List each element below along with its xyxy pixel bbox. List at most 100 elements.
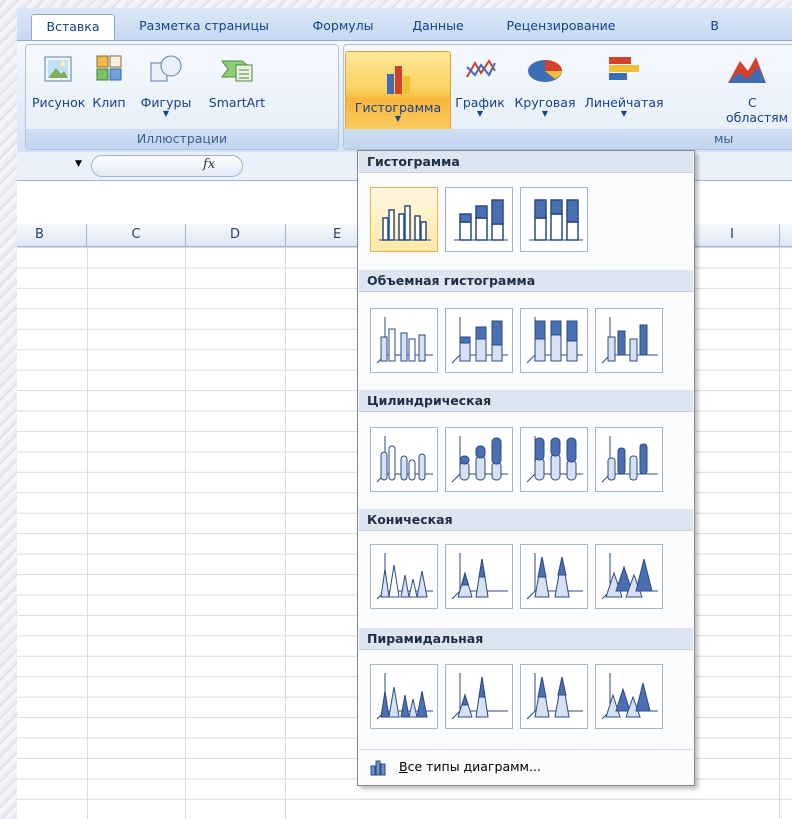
shapes-label: Фигуры xyxy=(140,95,192,110)
3d-stacked-column-icon xyxy=(451,317,508,364)
charts-group-label: мы xyxy=(344,129,792,149)
cylinder-icon xyxy=(376,436,433,483)
stacked-pyramid-chart-option[interactable] xyxy=(445,664,513,729)
column-chart-dropdown-arrow[interactable]: ▼ xyxy=(346,115,450,123)
grid-line xyxy=(285,247,286,819)
tab-view[interactable]: В xyxy=(649,14,719,40)
stacked-cone-chart-option[interactable] xyxy=(445,544,513,609)
shapes-icon xyxy=(150,55,182,82)
stacked-column-icon xyxy=(454,199,508,241)
column-chart-icon xyxy=(387,66,410,94)
grid-line xyxy=(779,247,780,819)
column-header-b[interactable]: B xyxy=(17,224,87,246)
all-charts-icon xyxy=(370,760,386,776)
100-stacked-pyramid-icon xyxy=(526,673,583,720)
pie-chart-label: Круговая xyxy=(514,95,576,110)
clipart-button[interactable]: Клип xyxy=(88,53,130,110)
3d-cylinder-icon xyxy=(601,436,658,483)
stacked-column-chart-option[interactable] xyxy=(445,187,513,252)
gallery-section-title: Цилиндрическая xyxy=(359,390,693,412)
100-stacked-cone-icon xyxy=(526,553,583,600)
gallery-section-title: Коническая xyxy=(359,509,693,531)
3d-perspective-column-icon xyxy=(601,317,658,364)
100-stacked-cone-chart-option[interactable] xyxy=(520,544,588,609)
3d-pyramid-icon xyxy=(601,673,658,720)
illustrations-group: Рисунок Клип Фигуры ▼ SmartArt Иллюстрац… xyxy=(25,44,339,150)
picture-icon xyxy=(44,56,72,82)
stacked-cylinder-icon xyxy=(451,436,508,483)
name-box-dropdown-icon[interactable]: ▼ xyxy=(75,159,82,169)
100-stacked-column-chart-option[interactable] xyxy=(520,187,588,252)
column-header-d[interactable]: D xyxy=(185,224,286,246)
cone-icon xyxy=(376,553,433,600)
shapes-dropdown-arrow[interactable]: ▼ xyxy=(134,110,198,118)
clustered-column-chart-option[interactable] xyxy=(370,187,438,252)
100-stacked-cylinder-icon xyxy=(526,436,583,483)
pyramid-icon xyxy=(376,673,433,720)
column-chart-button[interactable]: Гистограмма ▼ xyxy=(345,51,451,139)
pie-chart-dropdown-arrow[interactable]: ▼ xyxy=(508,110,582,118)
100-stacked-cylinder-chart-option[interactable] xyxy=(520,427,588,492)
ribbon-tab-bar: Вставка Разметка страницы Формулы Данные… xyxy=(17,8,792,41)
column-header-c[interactable]: C xyxy=(87,224,186,246)
grid-line xyxy=(87,247,88,819)
bar-chart-icon xyxy=(609,57,639,80)
clustered-cylinder-chart-option[interactable] xyxy=(370,427,438,492)
column-chart-gallery: Гистограмма Объемная гистограмма Цилиндр… xyxy=(357,150,695,786)
all-chart-types-item[interactable]: Все типы диаграмм... xyxy=(359,749,693,784)
clipart-label: Клип xyxy=(92,95,126,110)
bar-chart-label: Линейчатая xyxy=(584,95,664,110)
illustrations-group-label: Иллюстрации xyxy=(26,129,338,149)
3d-cone-chart-option[interactable] xyxy=(595,544,663,609)
column-chart-label: Гистограмма xyxy=(354,100,442,115)
gallery-section-title: Пирамидальная xyxy=(359,628,693,650)
3d-column-chart-option[interactable] xyxy=(595,308,663,373)
line-chart-dropdown-arrow[interactable]: ▼ xyxy=(454,110,506,118)
bar-chart-button[interactable]: Линейчатая ▼ xyxy=(582,53,666,118)
charts-group: Гистограмма ▼ График ▼ Круговая ▼ Линейч… xyxy=(343,44,792,150)
line-chart-button[interactable]: График ▼ xyxy=(454,53,506,118)
ribbon: Рисунок Клип Фигуры ▼ SmartArt Иллюстрац… xyxy=(17,40,792,153)
pie-chart-icon xyxy=(528,60,562,82)
clustered-column-icon xyxy=(379,205,431,241)
smartart-button[interactable]: SmartArt xyxy=(200,53,274,110)
area-chart-icon xyxy=(728,57,766,83)
bar-chart-dropdown-arrow[interactable]: ▼ xyxy=(582,110,666,118)
3d-stacked-column-chart-option[interactable] xyxy=(445,308,513,373)
area-chart-label-line1: С xyxy=(748,95,757,110)
tab-data[interactable]: Данные xyxy=(403,14,473,40)
picture-button[interactable]: Рисунок xyxy=(32,53,86,110)
smartart-icon xyxy=(221,60,253,82)
clipart-icon xyxy=(96,55,122,81)
area-chart-button[interactable]: С областям xyxy=(726,53,789,125)
insert-function-button[interactable]: fx xyxy=(203,157,215,172)
tab-review[interactable]: Рецензирование xyxy=(491,14,631,40)
stacked-cylinder-chart-option[interactable] xyxy=(445,427,513,492)
line-chart-icon xyxy=(466,59,496,78)
grid-line xyxy=(185,247,186,819)
tab-page-layout[interactable]: Разметка страницы xyxy=(129,14,279,40)
3d-100-stacked-column-icon xyxy=(526,317,583,364)
100-stacked-pyramid-chart-option[interactable] xyxy=(520,664,588,729)
clustered-pyramid-chart-option[interactable] xyxy=(370,664,438,729)
100-stacked-column-icon xyxy=(529,199,583,241)
3d-cone-icon xyxy=(601,553,658,600)
3d-cylinder-chart-option[interactable] xyxy=(595,427,663,492)
pie-chart-button[interactable]: Круговая ▼ xyxy=(508,53,582,118)
tab-insert[interactable]: Вставка xyxy=(31,14,115,41)
area-chart-label-line2: областям xyxy=(726,110,789,125)
all-chart-types-label: Все типы диаграмм... xyxy=(399,759,541,774)
smartart-label: SmartArt xyxy=(208,95,266,110)
line-chart-label: График xyxy=(455,95,505,110)
tab-formulas[interactable]: Формулы xyxy=(301,14,385,40)
column-header-i[interactable]: I xyxy=(685,224,780,246)
3d-pyramid-chart-option[interactable] xyxy=(595,664,663,729)
shapes-button[interactable]: Фигуры ▼ xyxy=(134,53,198,118)
3d-column-icon xyxy=(376,317,433,364)
stacked-pyramid-icon xyxy=(451,673,508,720)
clustered-cone-chart-option[interactable] xyxy=(370,544,438,609)
picture-label: Рисунок xyxy=(32,95,86,110)
3d-100-stacked-column-chart-option[interactable] xyxy=(520,308,588,373)
3d-clustered-column-chart-option[interactable] xyxy=(370,308,438,373)
stacked-cone-icon xyxy=(451,553,508,600)
